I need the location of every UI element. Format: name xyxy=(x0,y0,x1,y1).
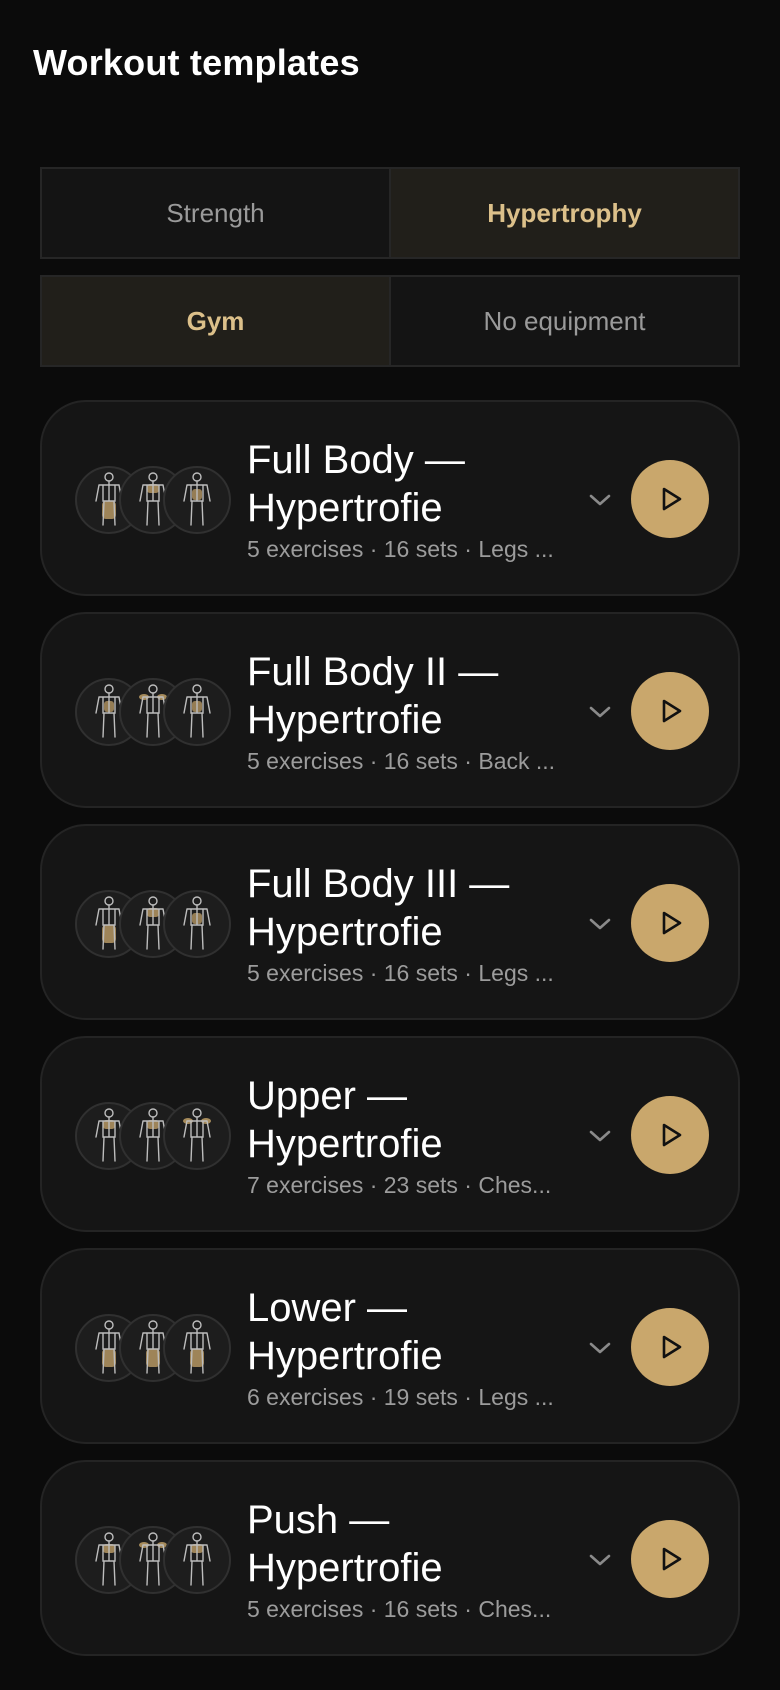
workout-title-line2: Hypertrofie xyxy=(247,486,443,530)
chevron-down-icon[interactable] xyxy=(586,698,614,726)
play-button[interactable] xyxy=(631,1308,709,1386)
muscle-group-avatars xyxy=(75,1526,235,1594)
play-icon xyxy=(662,911,682,935)
workout-meta: 5 exercises · 16 sets · Legs ... xyxy=(247,960,554,986)
workout-title-line2: Hypertrofie xyxy=(247,1546,443,1590)
workout-title: Full Body III — Hypertrofie xyxy=(247,860,577,956)
play-icon xyxy=(662,1123,682,1147)
workout-card[interactable]: Push — Hypertrofie 5 exercises · 16 sets ·… xyxy=(40,1460,740,1656)
play-button[interactable] xyxy=(631,672,709,750)
play-button[interactable] xyxy=(631,460,709,538)
workout-card[interactable]: Full Body II — Hypertrofie 5 exercises · 1… xyxy=(40,612,740,808)
muscle-group-avatars xyxy=(75,466,235,534)
workout-title-line1: Full Body III — xyxy=(247,862,510,906)
workout-title-line2: Hypertrofie xyxy=(247,698,443,742)
goal-segmented-control: Strength Hypertrophy xyxy=(40,167,740,259)
workout-meta: 5 exercises · 16 sets · Legs ... xyxy=(247,536,554,562)
play-icon xyxy=(662,487,682,511)
muscle-group-avatars xyxy=(75,1102,235,1170)
workout-title: Lower — Hypertrofie xyxy=(247,1284,577,1380)
workout-title: Full Body — Hypertrofie xyxy=(247,436,577,532)
body-shoulders-icon xyxy=(163,1102,231,1170)
play-button[interactable] xyxy=(631,884,709,962)
workout-card[interactable]: Full Body — Hypertrofie 5 exercises · 16 s… xyxy=(40,400,740,596)
muscle-group-avatars xyxy=(75,1314,235,1382)
body-chest-icon xyxy=(163,1526,231,1594)
workout-title-line1: Lower — xyxy=(247,1286,408,1330)
workout-card[interactable]: Lower — Hypertrofie 6 exercises · 19 sets … xyxy=(40,1248,740,1444)
chevron-down-icon[interactable] xyxy=(586,486,614,514)
muscle-group-avatars xyxy=(75,890,235,958)
workout-title-line2: Hypertrofie xyxy=(247,910,443,954)
workout-meta: 6 exercises · 19 sets · Legs ... xyxy=(247,1384,554,1410)
equipment-segmented-control: Gym No equipment xyxy=(40,275,740,367)
workout-title-line2: Hypertrofie xyxy=(247,1122,443,1166)
chevron-down-icon[interactable] xyxy=(586,910,614,938)
tab-hypertrophy[interactable]: Hypertrophy xyxy=(389,169,738,257)
workout-card[interactable]: Full Body III — Hypertrofie 5 exercises · … xyxy=(40,824,740,1020)
workout-title-line1: Full Body — xyxy=(247,438,465,482)
tab-gym[interactable]: Gym xyxy=(42,277,389,365)
tab-no-equipment[interactable]: No equipment xyxy=(389,277,738,365)
play-icon xyxy=(662,699,682,723)
workout-card[interactable]: Upper — Hypertrofie 7 exercises · 23 sets … xyxy=(40,1036,740,1232)
chevron-down-icon[interactable] xyxy=(586,1334,614,1362)
play-icon xyxy=(662,1547,682,1571)
workout-title: Push — Hypertrofie xyxy=(247,1496,577,1592)
tab-strength[interactable]: Strength xyxy=(42,169,389,257)
play-button[interactable] xyxy=(631,1520,709,1598)
body-legs-icon xyxy=(163,1314,231,1382)
workout-title-line1: Upper — xyxy=(247,1074,408,1118)
chevron-down-icon[interactable] xyxy=(586,1122,614,1150)
workout-title-line2: Hypertrofie xyxy=(247,1334,443,1378)
page-title: Workout templates xyxy=(33,42,360,83)
workout-meta: 5 exercises · 16 sets · Back ... xyxy=(247,748,556,774)
workout-title-line1: Full Body II — xyxy=(247,650,499,694)
body-core-icon xyxy=(163,890,231,958)
workout-title: Full Body II — Hypertrofie xyxy=(247,648,577,744)
chevron-down-icon[interactable] xyxy=(586,1546,614,1574)
workout-meta: 7 exercises · 23 sets · Ches... xyxy=(247,1172,552,1198)
workout-title: Upper — Hypertrofie xyxy=(247,1072,577,1168)
body-core-icon xyxy=(163,678,231,746)
play-button[interactable] xyxy=(631,1096,709,1174)
muscle-group-avatars xyxy=(75,678,235,746)
workout-title-line1: Push — xyxy=(247,1498,390,1542)
workout-meta: 5 exercises · 16 sets · Ches... xyxy=(247,1596,552,1622)
play-icon xyxy=(662,1335,682,1359)
body-core-icon xyxy=(163,466,231,534)
